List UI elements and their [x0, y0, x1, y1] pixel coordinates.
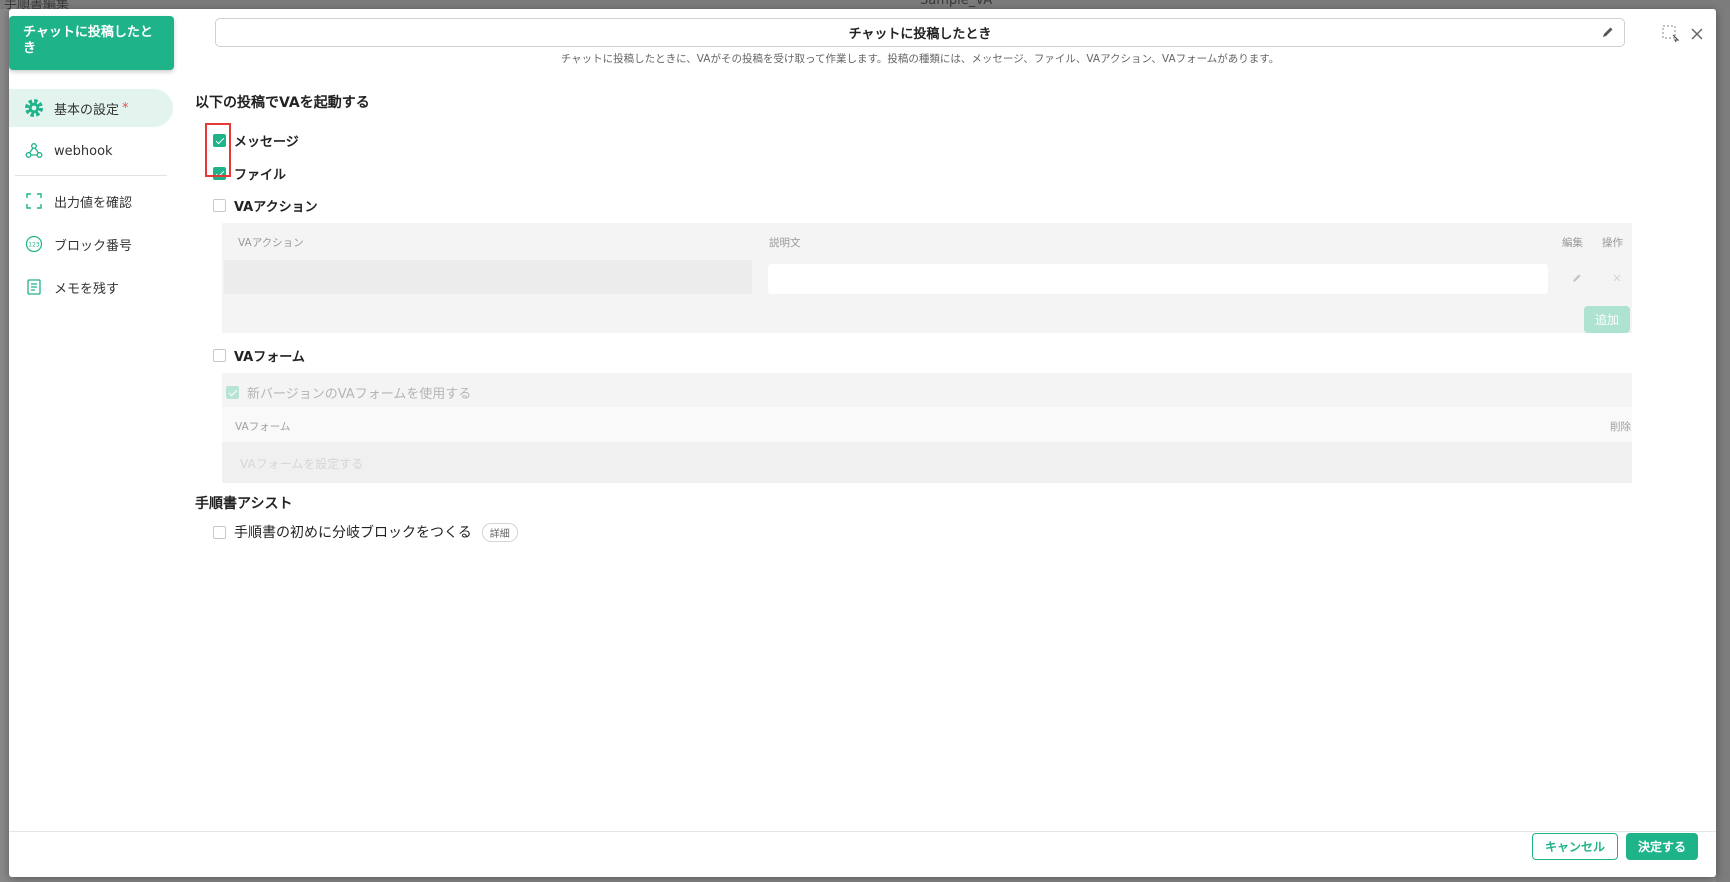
background-app: 手順書編集 Sample_VA: [0, 0, 1730, 9]
header-delete: 削除: [1610, 421, 1631, 433]
delete-x-icon[interactable]: [1612, 273, 1622, 283]
required-mark: *: [122, 100, 129, 116]
sidebar-item-label: 出力値を確認: [54, 195, 133, 211]
header-description: 説明文: [769, 237, 801, 249]
branch-block-checkbox[interactable]: [213, 525, 226, 539]
sidebar: 基本の設定 * webhook 出力値を確認 123 ブロック番号 メモを残す: [9, 89, 173, 311]
background-va-name: Sample_VA: [920, 0, 993, 8]
va-form-checkbox[interactable]: [213, 349, 226, 362]
block-number-icon: 123: [23, 233, 45, 255]
block-title-value: チャットに投稿したとき: [848, 27, 992, 42]
output-check-icon: [23, 190, 45, 212]
header-operation: 操作: [1602, 237, 1623, 249]
option-label: メッセージ: [234, 135, 299, 150]
description-input[interactable]: [768, 264, 1548, 294]
modal-footer: [9, 831, 1716, 877]
sidebar-item-basic-settings[interactable]: 基本の設定 *: [9, 89, 173, 127]
va-action-select[interactable]: [224, 260, 752, 294]
sidebar-item-output-check[interactable]: 出力値を確認: [9, 182, 173, 220]
sidebar-item-label: ブロック番号: [54, 238, 133, 254]
option-label: VAアクション: [234, 200, 318, 215]
memo-icon: [23, 276, 45, 298]
sidebar-item-block-number[interactable]: 123 ブロック番号: [9, 225, 173, 263]
sidebar-divider: [15, 175, 167, 176]
sidebar-item-label: メモを残す: [54, 281, 120, 297]
gear-icon: [23, 97, 45, 119]
edit-pencil-icon[interactable]: [1571, 272, 1583, 284]
block-settings-modal: チャットに投稿したとき チャットに投稿したとき チャットに投稿したときに、VAが…: [9, 9, 1716, 877]
option-va-action[interactable]: VAアクション: [213, 196, 318, 215]
highlight-box: [205, 123, 231, 177]
va-form-table-header: VAフォーム 削除: [222, 407, 1632, 442]
va-form-row[interactable]: VAフォームを設定する: [222, 442, 1632, 483]
block-type-tag: チャットに投稿したとき: [9, 16, 174, 70]
header-va-form: VAフォーム: [235, 421, 291, 433]
close-icon[interactable]: [1690, 27, 1704, 41]
block-description: チャットに投稿したときに、VAがその投稿を受け取って作業します。投稿の種類には、…: [560, 53, 1280, 65]
sidebar-item-label: webhook: [54, 143, 113, 159]
block-title-area: チャットに投稿したとき チャットに投稿したときに、VAがその投稿を受け取って作業…: [215, 18, 1625, 66]
new-version-option[interactable]: 新バージョンのVAフォームを使用する: [226, 383, 471, 402]
option-label: 新バージョンのVAフォームを使用する: [247, 387, 472, 402]
option-label: 手順書の初めに分岐ブロックをつくる: [234, 525, 472, 541]
option-branch-block[interactable]: 手順書の初めに分岐ブロックをつくる 詳細: [213, 522, 518, 542]
option-label: VAフォーム: [234, 350, 305, 365]
va-form-placeholder: VAフォームを設定する: [240, 457, 364, 471]
background-right-edge: [1716, 9, 1730, 882]
cancel-button[interactable]: キャンセル: [1532, 833, 1618, 860]
assist-section-title: 手順書アシスト: [195, 496, 293, 512]
background-title: 手順書編集: [4, 0, 70, 9]
modal-corner-icons: [1662, 25, 1704, 43]
detail-badge[interactable]: 詳細: [481, 522, 518, 542]
block-title-input[interactable]: チャットに投稿したとき: [215, 18, 1625, 47]
header-edit: 編集: [1562, 237, 1583, 249]
svg-text:123: 123: [28, 242, 40, 249]
header-va-action: VAアクション: [238, 237, 304, 249]
edit-pencil-icon[interactable]: [1601, 25, 1615, 39]
selection-icon[interactable]: [1662, 25, 1680, 43]
new-version-checkbox[interactable]: [226, 386, 239, 399]
confirm-button[interactable]: 決定する: [1626, 833, 1698, 860]
option-va-form[interactable]: VAフォーム: [213, 346, 305, 365]
va-form-panel: 新バージョンのVAフォームを使用する VAフォーム 削除 VAフォームを設定する: [222, 373, 1632, 483]
add-action-button[interactable]: 追加: [1584, 306, 1630, 333]
sidebar-item-memo[interactable]: メモを残す: [9, 268, 173, 306]
trigger-section-title: 以下の投稿でVAを起動する: [195, 95, 370, 111]
webhook-icon: [23, 140, 45, 162]
sidebar-item-label: 基本の設定: [54, 102, 120, 118]
sidebar-item-webhook[interactable]: webhook: [9, 132, 173, 170]
option-label: ファイル: [234, 168, 287, 183]
va-action-table: VAアクション 説明文 編集 操作 追加: [222, 223, 1632, 333]
va-action-checkbox[interactable]: [213, 199, 226, 212]
